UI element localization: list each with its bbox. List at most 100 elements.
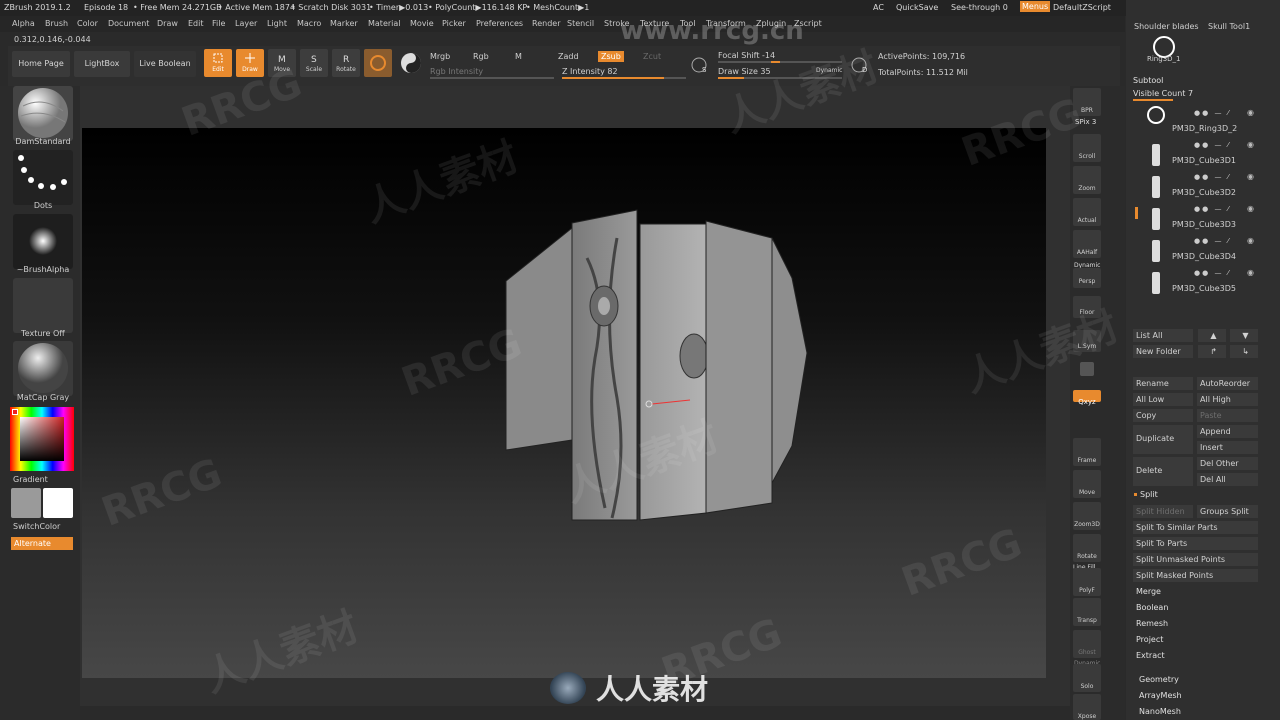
menu-marker[interactable]: Marker [330,19,358,28]
arraymesh-header[interactable]: ArrayMesh [1139,691,1182,700]
mrgb-button[interactable]: Mrgb [430,52,450,61]
draw-size-icon[interactable]: D [850,56,868,74]
edit-mode-button[interactable]: Edit [204,49,232,77]
menu-stroke[interactable]: Stroke [604,19,630,28]
split-hidden-button[interactable]: Split Hidden [1133,505,1193,518]
xyz-button[interactable]: Qxyz [1073,390,1101,406]
transp-button[interactable]: Transp [1073,598,1101,626]
document-canvas[interactable] [82,128,1046,678]
stroke-thumbnail[interactable] [13,150,73,205]
visibility-eye-icon[interactable]: ◉ [1247,204,1254,213]
remesh-header[interactable]: Remesh [1136,619,1168,628]
move-mode-button[interactable]: M Move [268,49,296,77]
copy-button[interactable]: Copy [1133,409,1193,422]
focal-shift-track[interactable] [718,61,842,63]
ac-label[interactable]: AC [873,3,884,12]
menu-draw[interactable]: Draw [157,19,178,28]
home-page-button[interactable]: Home Page [12,51,70,77]
rgb-intensity-slider[interactable]: Rgb Intensity [430,67,483,76]
extract-header[interactable]: Extract [1136,651,1165,660]
menu-stencil[interactable]: Stencil [567,19,594,28]
menu-render[interactable]: Render [532,19,560,28]
rename-button[interactable]: Rename [1133,377,1193,390]
project-header[interactable]: Project [1136,635,1163,644]
subtool-item[interactable]: ●● — ⁄ ◉ PM3D_Cube3D5 [1140,266,1260,296]
split-masked-button[interactable]: Split Masked Points [1133,569,1258,582]
zadd-button[interactable]: Zadd [558,52,579,61]
move-up-button[interactable]: ▲ [1198,329,1226,342]
menu-tool[interactable]: Tool [680,19,696,28]
autoreorder-button[interactable]: AutoReorder [1197,377,1258,390]
zsub-button[interactable]: Zsub [598,51,624,62]
groups-split-button[interactable]: Groups Split [1197,505,1258,518]
scale-mode-button[interactable]: S Scale [300,49,328,77]
subtool-item[interactable]: ●● — ⁄ ◉ PM3D_Cube3D2 [1140,170,1260,200]
subtool-toggles-icon[interactable]: ●● — ⁄ [1194,173,1231,181]
menu-file[interactable]: File [212,19,225,28]
duplicate-button[interactable]: Duplicate [1133,425,1193,454]
menu-edit[interactable]: Edit [188,19,204,28]
secondary-color-swatch[interactable] [11,488,41,518]
subtool-toggles-icon[interactable]: ●● — ⁄ [1194,269,1231,277]
paste-button[interactable]: Paste [1197,409,1258,422]
menu-preferences[interactable]: Preferences [476,19,523,28]
new-folder-button[interactable]: New Folder [1133,345,1193,358]
list-all-button[interactable]: List All [1133,329,1193,342]
color-square[interactable] [20,417,64,461]
merge-header[interactable]: Merge [1136,587,1161,596]
del-all-button[interactable]: Del All [1197,473,1258,486]
subtool-item[interactable]: ●● — ⁄ ◉ PM3D_Cube3D4 [1140,234,1260,264]
draw-mode-button[interactable]: Draw [236,49,264,77]
geometry-header[interactable]: Geometry [1139,675,1179,684]
lsym-button[interactable]: L.Sym [1073,330,1101,352]
ghost-button[interactable]: Ghost [1073,630,1101,658]
folder-up-icon[interactable]: ↱ [1198,345,1226,358]
menu-transform[interactable]: Transform [706,19,746,28]
material-thumbnail[interactable] [13,341,73,396]
menu-brush[interactable]: Brush [45,19,68,28]
menu-light[interactable]: Light [267,19,287,28]
polyf-button[interactable]: PolyF [1073,568,1101,596]
frame-button[interactable]: Frame [1073,438,1101,466]
menu-macro[interactable]: Macro [297,19,321,28]
actual-button[interactable]: Actual [1073,198,1101,226]
menu-color[interactable]: Color [77,19,98,28]
rotate-view-button[interactable]: Rotate [1073,534,1101,562]
visibility-eye-icon[interactable]: ◉ [1247,236,1254,245]
m-button[interactable]: M [515,52,522,61]
visible-count-slider[interactable]: Visible Count 7 [1133,89,1193,98]
material-swatch-button[interactable] [364,49,392,77]
dynamic-toggle[interactable]: Dynamic [816,67,842,74]
menu-movie[interactable]: Movie [410,19,434,28]
all-high-button[interactable]: All High [1197,393,1258,406]
nanomesh-header[interactable]: NanoMesh [1139,707,1181,716]
visibility-eye-icon[interactable]: ◉ [1247,140,1254,149]
append-button[interactable]: Append [1197,425,1258,438]
menu-layer[interactable]: Layer [235,19,257,28]
del-other-button[interactable]: Del Other [1197,457,1258,470]
folder-down-icon[interactable]: ↳ [1230,345,1258,358]
lightbox-button[interactable]: LightBox [74,51,130,77]
floor-button[interactable]: Floor [1073,296,1101,318]
yin-yang-icon[interactable] [400,52,422,74]
move-down-button[interactable]: ▼ [1230,329,1258,342]
xpose-button[interactable]: Xpose [1073,694,1101,720]
all-low-button[interactable]: All Low [1133,393,1193,406]
subtool-toggles-icon[interactable]: ●● — ⁄ [1194,237,1231,245]
split-parts-button[interactable]: Split To Parts [1133,537,1258,550]
menu-zscript[interactable]: Zscript [794,19,822,28]
subtool-toggles-icon[interactable]: ●● — ⁄ [1194,141,1231,149]
subtool-toggles-icon[interactable]: ●● — ⁄ [1194,205,1231,213]
menu-texture[interactable]: Texture [640,19,669,28]
subtool-name-shoulder[interactable]: Shoulder blades [1134,22,1199,31]
texture-thumbnail[interactable] [13,278,73,333]
live-boolean-button[interactable]: Live Boolean [134,51,196,77]
brush-thumbnail[interactable] [13,86,73,141]
rgb-button[interactable]: Rgb [473,52,489,61]
subtool-item[interactable]: ●● — ⁄ ◉ PM3D_Ring3D_2 [1140,106,1260,136]
menus-button[interactable]: Menus [1020,1,1051,12]
rotate-mode-button[interactable]: R Rotate [332,49,360,77]
main-color-swatch[interactable] [43,488,73,518]
delete-button[interactable]: Delete [1133,457,1193,486]
persp-button[interactable]: Persp [1073,268,1101,288]
